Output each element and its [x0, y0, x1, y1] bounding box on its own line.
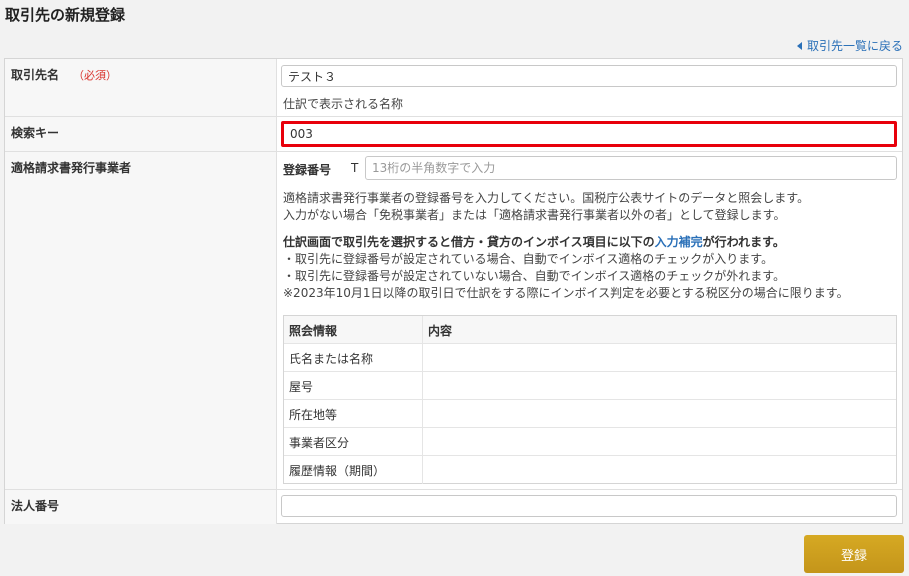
label-corporate-number: 法人番号 — [5, 490, 277, 524]
row-value-address — [423, 400, 896, 427]
register-button[interactable]: 登録 — [804, 535, 904, 573]
search-key-input[interactable] — [281, 121, 897, 147]
row-value-history — [423, 456, 896, 484]
caret-left-icon — [796, 41, 802, 50]
page-title: 取引先の新規登録 — [5, 6, 126, 24]
back-to-list-link[interactable]: 取引先一覧に戻る — [796, 37, 903, 54]
row-search-key: 検索キー — [5, 117, 902, 152]
col-header-ref-info: 照会情報 — [284, 316, 423, 343]
autocomplete-heading-pre: 仕訳画面で取引先を選択すると借方・貸方のインボイス項目に以下の — [283, 235, 655, 249]
required-badge: （必須） — [73, 69, 118, 82]
bullet-registered: ・取引先に登録番号が設定されている場合、自動でインボイス適格のチェックが入ります… — [283, 252, 774, 266]
registration-number-input[interactable] — [365, 156, 897, 180]
row-label-business-type: 事業者区分 — [284, 428, 423, 455]
partner-name-hint: 仕訳で表示される名称 — [283, 97, 404, 111]
autocomplete-link[interactable]: 入力補完 — [655, 235, 703, 249]
bullet-not-registered: ・取引先に登録番号が設定されていない場合、自動でインボイス適格のチェックが外れま… — [283, 269, 786, 283]
partner-name-input[interactable] — [281, 65, 897, 87]
corporate-number-input[interactable] — [281, 495, 897, 517]
row-partner-name: 取引先名 （必須） 仕訳で表示される名称 — [5, 59, 902, 117]
registration-prefix: T — [351, 161, 359, 175]
table-row: 屋号 — [284, 372, 896, 400]
row-corporate-number: 法人番号 — [5, 490, 902, 524]
table-header-row: 照会情報 内容 — [284, 316, 896, 344]
autocomplete-heading: 仕訳画面で取引先を選択すると借方・貸方のインボイス項目に以下の入力補完が行われま… — [283, 234, 785, 251]
table-row: 氏名または名称 — [284, 344, 896, 372]
back-link-label: 取引先一覧に戻る — [806, 39, 903, 53]
label-partner-name: 取引先名 （必須） — [5, 59, 277, 116]
invoice-note: ※2023年10月1日以降の取引日で仕訳をする際にインボイス判定を必要とする税区… — [283, 286, 849, 300]
label-invoice-issuer: 適格請求書発行事業者 — [5, 152, 277, 489]
row-label-history: 履歴情報（期間） — [284, 456, 423, 484]
row-value-business-type — [423, 428, 896, 455]
reference-info-table: 照会情報 内容 氏名または名称 屋号 所在地等 事業者区分 履歴情報（期間） — [283, 315, 897, 484]
invoice-desc-1: 適格請求書発行事業者の登録番号を入力してください。国税庁公表サイトのデータと照会… — [283, 191, 810, 205]
registration-number-label: 登録番号 — [283, 163, 332, 177]
row-label-trade-name: 屋号 — [284, 372, 423, 399]
table-row: 所在地等 — [284, 400, 896, 428]
partner-name-label: 取引先名 — [11, 68, 60, 82]
invoice-desc-2: 入力がない場合「免税事業者」または「適格請求書発行事業者以外の者」として登録しま… — [283, 208, 786, 222]
partner-form: 取引先名 （必須） 仕訳で表示される名称 検索キー 適格請求書発行事業者 登録番号… — [4, 58, 903, 524]
row-value-name — [423, 344, 896, 371]
table-row: 事業者区分 — [284, 428, 896, 456]
row-invoice-issuer: 適格請求書発行事業者 登録番号 T 適格請求書発行事業者の登録番号を入力してくだ… — [5, 152, 902, 490]
table-row: 履歴情報（期間） — [284, 456, 896, 484]
row-label-address: 所在地等 — [284, 400, 423, 427]
col-header-content: 内容 — [428, 324, 453, 338]
row-label-name: 氏名または名称 — [284, 344, 423, 371]
label-search-key: 検索キー — [5, 117, 277, 151]
row-value-trade-name — [423, 372, 896, 399]
autocomplete-heading-post: が行われます。 — [702, 235, 785, 249]
